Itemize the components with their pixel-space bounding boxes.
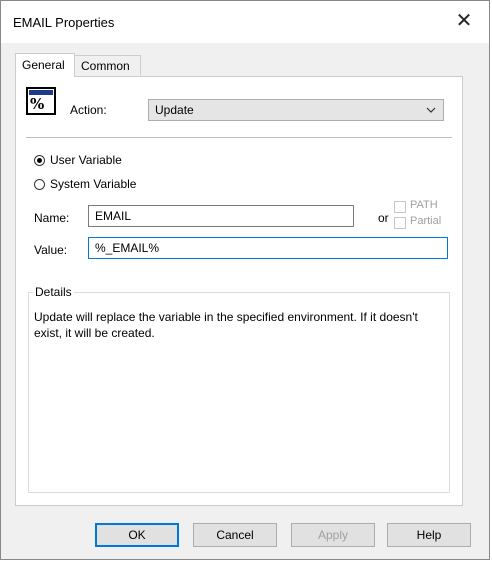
close-icon[interactable]: ✕ (453, 10, 475, 32)
user-variable-label[interactable]: User Variable (50, 153, 122, 167)
environment-variable-icon: % (26, 87, 56, 115)
action-dropdown[interactable]: Update (148, 99, 444, 121)
help-button[interactable]: Help (387, 523, 471, 547)
properties-dialog: EMAIL Properties ✕ General Common % Acti… (0, 0, 490, 560)
separator (26, 137, 452, 138)
value-field[interactable]: %_EMAIL% (88, 237, 448, 259)
value-text: %_EMAIL% (95, 241, 160, 255)
or-label: or (378, 211, 389, 225)
partial-checkbox[interactable] (394, 217, 406, 229)
cancel-button[interactable]: Cancel (193, 523, 277, 547)
partial-label: Partial (410, 215, 442, 227)
name-value: EMAIL (95, 209, 132, 223)
path-label: PATH (410, 199, 438, 211)
system-variable-radio[interactable] (34, 179, 45, 190)
action-label: Action: (70, 103, 107, 117)
details-legend: Details (35, 285, 72, 299)
percent-glyph: % (30, 95, 45, 113)
general-panel: % Action: Update User Variable System Va… (15, 76, 463, 506)
ok-button[interactable]: OK (95, 523, 179, 547)
system-variable-label[interactable]: System Variable (50, 177, 136, 191)
tab-general[interactable]: General (15, 53, 75, 77)
apply-button[interactable]: Apply (291, 523, 375, 547)
title-bar: EMAIL Properties ✕ (1, 1, 489, 43)
user-variable-radio[interactable] (34, 155, 45, 166)
value-label: Value: (34, 243, 68, 257)
action-value: Update (155, 103, 194, 117)
tab-common[interactable]: Common (75, 55, 141, 75)
name-label: Name: (34, 211, 70, 225)
name-field[interactable]: EMAIL (88, 205, 354, 227)
chevron-down-icon (426, 107, 436, 113)
path-checkbox[interactable] (394, 201, 406, 213)
window-title: EMAIL Properties (13, 15, 115, 30)
details-description: Update will replace the variable in the … (34, 310, 418, 340)
